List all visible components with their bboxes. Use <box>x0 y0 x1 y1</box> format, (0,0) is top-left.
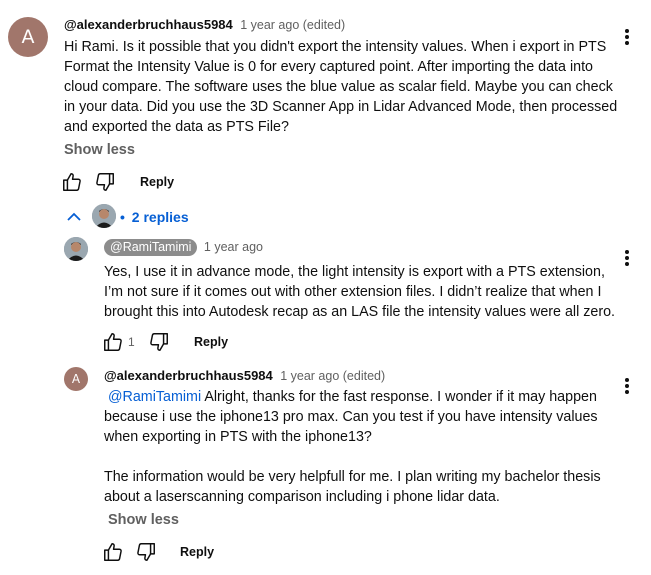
dislike-button[interactable] <box>93 170 117 194</box>
timestamp[interactable]: 1 year ago <box>204 240 263 254</box>
avatar[interactable]: A <box>8 17 48 57</box>
more-vert-icon[interactable] <box>625 27 629 47</box>
reply-line: I’m not sure if it comes out with other … <box>104 284 602 300</box>
like-button[interactable] <box>101 540 125 564</box>
reply-line: Yes, I use it in advance mode, the light… <box>104 264 605 280</box>
comment-line: cloud compare. The software uses the blu… <box>64 79 613 95</box>
reply-line: when exporting in PTS with the iphone13? <box>104 429 372 445</box>
dislike-button[interactable] <box>134 540 158 564</box>
comment-line: in your data. Did you use the 3D Scanner… <box>64 99 618 115</box>
replier-avatar <box>92 204 116 228</box>
reply-text: Yes, I use it in advance mode, the light… <box>104 262 624 322</box>
chevron-up-icon[interactable] <box>66 210 82 224</box>
comment-header: @alexanderbruchhaus5984 1 year ago (edit… <box>64 16 345 34</box>
reply-line: brought this into Autodesk recap as an L… <box>104 304 616 320</box>
show-less-button[interactable]: Show less <box>108 512 179 528</box>
thumbs-up-icon <box>104 333 122 351</box>
reply-line: @RamiTamimi Alright, thanks for the fast… <box>104 387 624 407</box>
thumbs-up-icon <box>63 173 81 191</box>
reply-line-text: Alright, thanks for the fast response. I… <box>201 389 597 405</box>
author-handle[interactable]: @alexanderbruchhaus5984 <box>64 17 233 32</box>
thumbs-down-icon <box>150 333 168 351</box>
reply-button[interactable]: Reply <box>140 175 174 189</box>
bullet: • <box>120 209 125 225</box>
reply-button[interactable]: Reply <box>180 545 214 559</box>
avatar-letter: A <box>71 372 81 386</box>
comment-line: Format the Intensity Value is 0 for ever… <box>64 59 593 75</box>
more-vert-icon[interactable] <box>625 376 629 396</box>
like-button[interactable] <box>60 170 84 194</box>
replies-count-label: 2 replies <box>131 209 189 225</box>
thumbs-down-icon <box>96 173 114 191</box>
replies-toggle[interactable]: • 2 replies <box>120 209 189 225</box>
comment-line: Hi Rami. Is it possible that you didn't … <box>64 39 607 55</box>
author-handle[interactable]: @alexanderbruchhaus5984 <box>104 368 273 383</box>
reply-line: about a laserscanning comparison includi… <box>104 489 500 505</box>
thumbs-up-icon <box>104 543 122 561</box>
avatar-letter: A <box>21 26 35 48</box>
dislike-button[interactable] <box>147 330 171 354</box>
reply-header: @RamiTamimi 1 year ago <box>104 238 263 256</box>
comment-line: and exported the data as PTS File? <box>64 119 289 135</box>
creator-handle-chip[interactable]: @RamiTamimi <box>104 239 198 256</box>
reply-button[interactable]: Reply <box>194 335 228 349</box>
mention-link[interactable]: @RamiTamimi <box>108 389 201 405</box>
comment-text: Hi Rami. Is it possible that you didn't … <box>64 37 624 137</box>
avatar[interactable]: A <box>64 367 88 391</box>
timestamp[interactable]: 1 year ago (edited) <box>240 18 345 32</box>
like-count: 1 <box>128 335 135 349</box>
show-less-button[interactable]: Show less <box>64 142 135 158</box>
avatar[interactable] <box>64 237 88 261</box>
reply-text: @RamiTamimi Alright, thanks for the fast… <box>104 387 624 507</box>
more-vert-icon[interactable] <box>625 248 629 268</box>
reply-line: because i use the iphone13 pro max. Can … <box>104 409 598 425</box>
thumbs-down-icon <box>137 543 155 561</box>
reply-line: The information would be very helpfull f… <box>104 469 601 485</box>
like-button[interactable] <box>101 330 125 354</box>
reply-header: @alexanderbruchhaus5984 1 year ago (edit… <box>104 367 385 385</box>
timestamp[interactable]: 1 year ago (edited) <box>280 369 385 383</box>
